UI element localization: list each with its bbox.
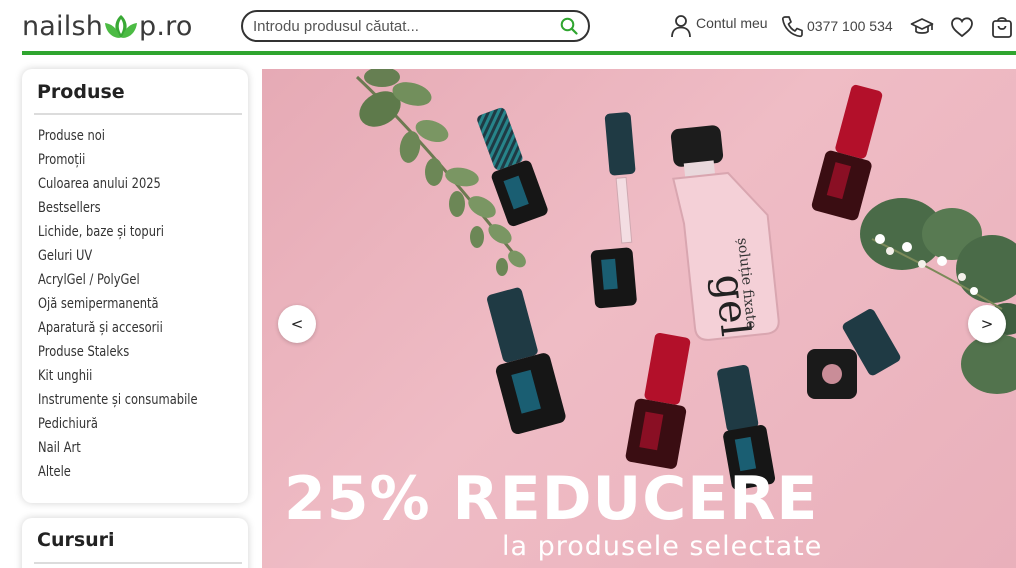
category-item[interactable]: Pedichiură: [38, 412, 198, 436]
account-label: Contul meu: [696, 15, 768, 31]
courses-title-rule: [34, 562, 242, 564]
products-title-rule: [34, 113, 242, 115]
gel-liquid-bottle: gel șoluție fixato: [670, 125, 780, 341]
logo-text-left: nailsh: [22, 10, 104, 42]
products-menu: Produse Produse noi Promoții Culoarea an…: [22, 69, 248, 503]
carousel-prev-button[interactable]: <: [278, 305, 316, 343]
search-icon[interactable]: [560, 17, 578, 35]
phone-number: 0377 100 534: [807, 18, 893, 34]
products-title: Produse: [37, 81, 125, 103]
category-list: Produse noi Promoții Culoarea anului 202…: [38, 124, 233, 484]
promo-banner[interactable]: gel șoluție fixato 25% REDUCERE la produ…: [262, 69, 1016, 568]
graduation-cap-icon[interactable]: [910, 15, 934, 39]
category-item[interactable]: Culoarea anului 2025: [38, 172, 198, 196]
user-icon: [671, 15, 691, 38]
logo-text-right: p.ro: [139, 10, 193, 42]
courses-menu: Cursuri: [22, 518, 248, 568]
search-input[interactable]: [253, 16, 553, 36]
carousel-next-button[interactable]: >: [968, 305, 1006, 343]
lotus-logo-icon: [105, 15, 138, 38]
category-item[interactable]: Produse noi: [38, 124, 198, 148]
category-item[interactable]: Promoții: [38, 148, 198, 172]
category-item[interactable]: Altele: [38, 460, 198, 484]
category-item[interactable]: AcrylGel / PolyGel: [38, 268, 198, 292]
promo-headline: 25% REDUCERE: [284, 464, 819, 534]
site-header: nailsh p.ro Contul meu 0377 100 534: [0, 0, 1016, 52]
account-link[interactable]: Contul meu: [670, 14, 768, 38]
search-box: [241, 10, 590, 42]
category-item[interactable]: Aparatură și accesorii: [38, 316, 198, 340]
phone-icon: [781, 16, 803, 38]
phone-link[interactable]: 0377 100 534: [781, 14, 893, 38]
category-item[interactable]: Geluri UV: [38, 244, 198, 268]
header-divider: [22, 51, 1016, 55]
heart-icon[interactable]: [950, 15, 974, 39]
category-item[interactable]: Bestsellers: [38, 196, 198, 220]
category-item[interactable]: Nail Art: [38, 436, 198, 460]
shopping-bag-icon[interactable]: [990, 15, 1014, 39]
category-item[interactable]: Ojă semipermanentă: [38, 292, 198, 316]
promo-subline: la produsele selectate: [502, 531, 823, 562]
category-item[interactable]: Produse Staleks: [38, 340, 198, 364]
category-item[interactable]: Lichide, baze și topuri: [38, 220, 198, 244]
chevron-right-icon: >: [980, 315, 994, 333]
category-item[interactable]: Instrumente și consumabile: [38, 388, 198, 412]
chevron-left-icon: <: [290, 315, 304, 333]
courses-title[interactable]: Cursuri: [37, 529, 115, 551]
site-logo[interactable]: nailsh p.ro: [22, 9, 193, 43]
category-item[interactable]: Kit unghii: [38, 364, 198, 388]
